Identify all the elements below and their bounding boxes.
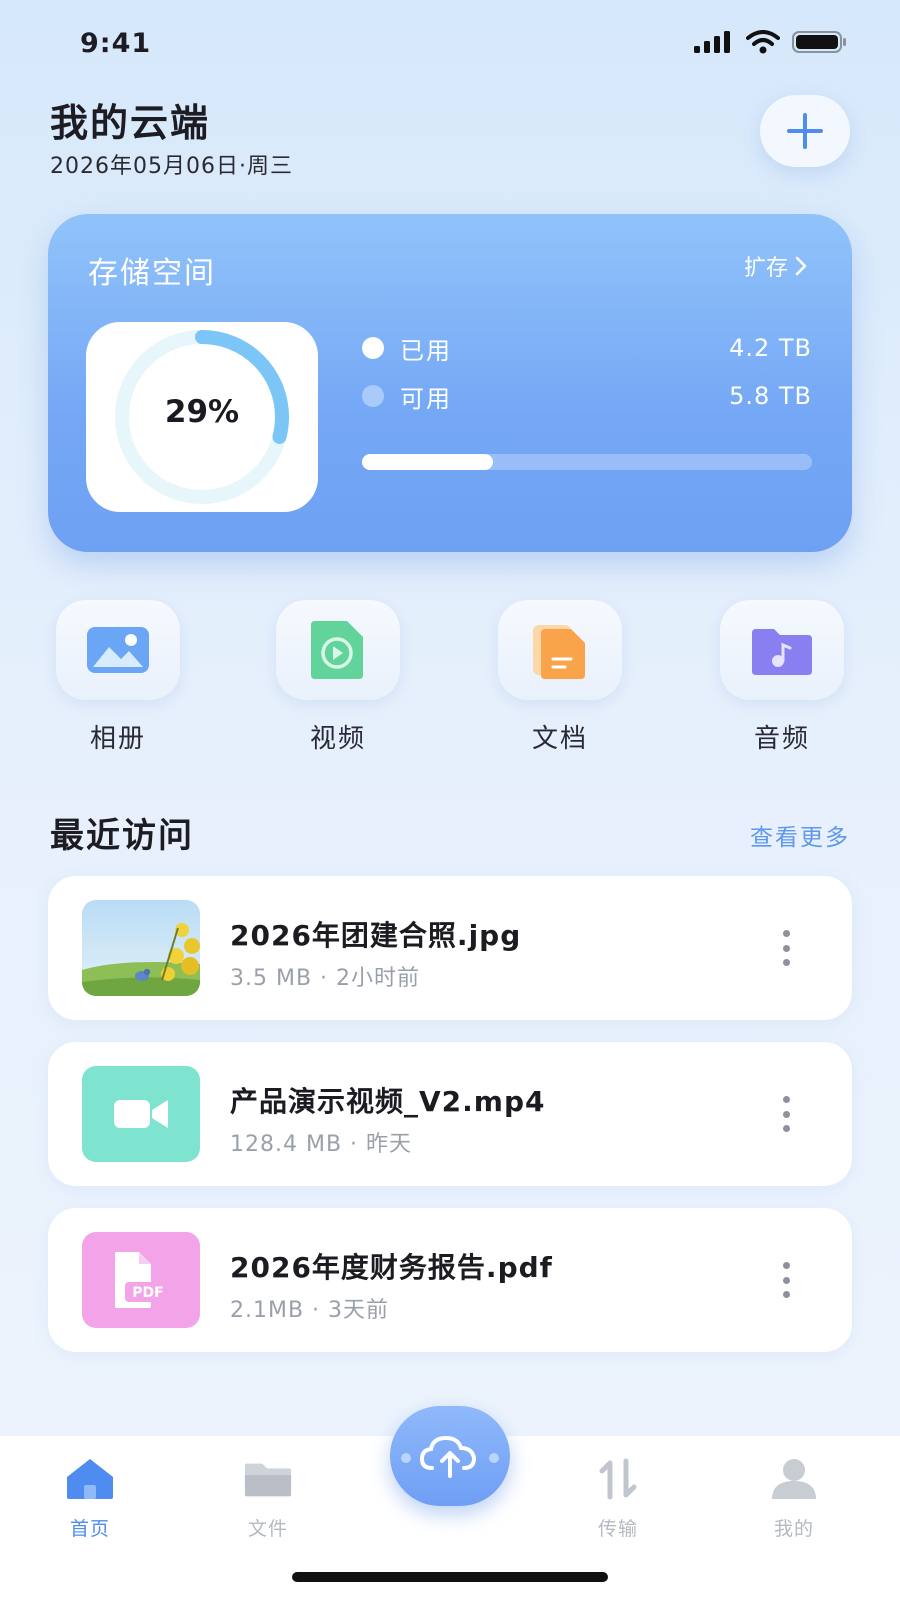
document-icon [533,625,585,679]
used-dot [362,337,384,359]
nav-files-label: 文件 [247,1518,288,1540]
nav-files[interactable]: 文件 [218,1456,318,1546]
usage-ring-box: 29% [86,322,318,512]
pdf-badge-text: PDF [132,1285,163,1301]
transfer-icon [593,1456,643,1502]
free-label: 可用 [400,384,452,413]
file-name: 2026年团建合照.jpg [230,919,522,952]
file-row-photo[interactable]: 2026年团建合照.jpg 3.5 MB · 2小时前 [48,876,852,1020]
add-button[interactable] [760,95,850,167]
pdf-file-thumbnail: PDF [82,1232,200,1328]
home-icon [65,1456,115,1502]
file-name: 产品演示视频_V2.mp4 [230,1085,546,1118]
wifi-icon [746,30,780,54]
photo-album-icon [87,627,149,673]
file-meta: 2.1MB · 3天前 [230,1298,390,1323]
category-audio-tile [720,600,844,700]
category-video-tile [276,600,400,700]
recent-section-title: 最近访问 [50,816,194,856]
more-options-icon[interactable] [772,928,800,968]
category-audio[interactable]: 音频 [720,600,844,760]
file-meta: 128.4 MB · 昨天 [230,1132,413,1157]
photo-thumbnail-image [82,900,200,996]
usage-progress-fill [362,454,493,470]
file-row-pdf[interactable]: PDF 2026年度财务报告.pdf 2.1MB · 3天前 [48,1208,852,1352]
cellular-signal-icon [694,31,730,53]
nav-transfer[interactable]: 传输 [568,1456,668,1546]
status-time: 9:41 [80,28,152,59]
category-video[interactable]: 视频 [276,600,400,760]
cloud-upload-icon [401,1435,499,1478]
category-album-label: 相册 [89,724,146,754]
category-album[interactable]: 相册 [56,600,180,760]
status-icons [694,30,848,54]
storage-title: 存储空间 [88,256,216,291]
used-value: 4.2 TB [729,334,812,362]
file-meta: 3.5 MB · 2小时前 [230,966,421,991]
file-name: 2026年度财务报告.pdf [230,1251,553,1284]
audio-icon [752,629,812,675]
category-album-tile [56,600,180,700]
expand-storage-link[interactable]: 扩存 [744,250,808,282]
storage-card: 存储空间 扩存 29% 已用 4.2 TB 可用 5.8 TB [48,214,852,552]
usage-percent: 29% [164,394,240,430]
file-row-video[interactable]: 产品演示视频_V2.mp4 128.4 MB · 昨天 [48,1042,852,1186]
legend-free: 可用 5.8 TB [362,376,812,416]
page-title: 我的云端 [50,101,211,145]
used-label: 已用 [400,336,452,365]
cloud-home-screen: 9:41 我的云端 2026年05月06日·周三 存储空间 扩存 29% 已用 … [0,0,900,1600]
category-audio-label: 音频 [753,724,810,754]
category-video-label: 视频 [309,724,366,754]
page-date: 2026年05月06日·周三 [50,154,293,179]
nav-home[interactable]: 首页 [40,1456,140,1546]
status-bar: 9:41 [0,0,900,80]
nav-transfer-label: 传输 [597,1518,638,1540]
category-document-label: 文档 [531,724,588,754]
nav-profile-label: 我的 [773,1518,814,1540]
nav-home-label: 首页 [69,1518,110,1540]
view-more-link[interactable]: 查看更多 [750,818,850,852]
category-document-tile [498,600,622,700]
plus-icon [787,113,823,149]
usage-progress-bar [362,454,812,470]
nav-profile[interactable]: 我的 [744,1456,844,1546]
pdf-icon: PDF [115,1252,171,1308]
folder-icon [243,1456,293,1502]
photo-thumbnail [82,900,200,996]
category-document[interactable]: 文档 [498,600,622,760]
home-indicator [292,1572,608,1582]
video-icon [311,621,363,679]
chevron-right-icon [795,256,807,276]
expand-storage-label: 扩存 [743,256,788,281]
legend-used: 已用 4.2 TB [362,328,812,368]
video-camera-icon [114,1100,168,1128]
profile-icon [769,1456,819,1502]
more-options-icon[interactable] [772,1094,800,1134]
free-value: 5.8 TB [729,382,812,410]
free-dot [362,385,384,407]
battery-icon [792,31,846,53]
upload-button[interactable] [390,1406,510,1506]
more-options-icon[interactable] [772,1260,800,1300]
video-file-thumbnail [82,1066,200,1162]
